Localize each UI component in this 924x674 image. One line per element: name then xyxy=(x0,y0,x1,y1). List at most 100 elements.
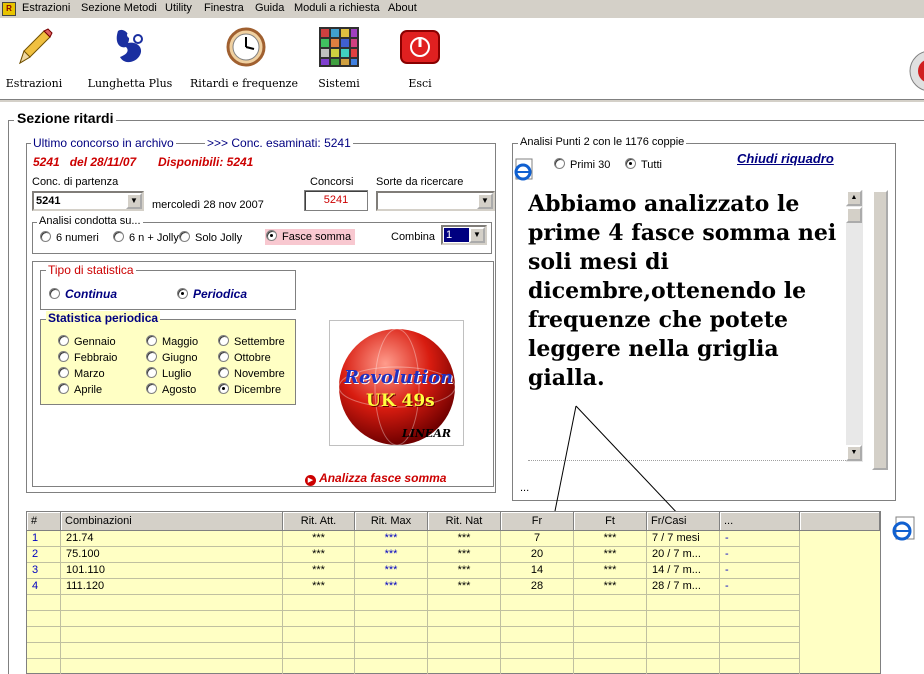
results-grid[interactable]: # Combinazioni Rit. Att. Rit. Max Rit. Nat Fr… xyxy=(26,511,881,674)
empty-cell[interactable] xyxy=(647,643,720,659)
table-cell[interactable]: *** xyxy=(428,531,501,547)
empty-cell[interactable] xyxy=(355,627,428,643)
table-cell[interactable]: - xyxy=(720,547,800,563)
chevron-down-icon[interactable]: ▼ xyxy=(126,193,142,209)
empty-cell[interactable] xyxy=(574,611,647,627)
ritardi-button[interactable]: Ritardi e frequenze xyxy=(188,25,300,97)
table-cell[interactable]: *** xyxy=(355,563,428,579)
month-radio-circle[interactable] xyxy=(218,383,229,394)
empty-cell[interactable] xyxy=(27,659,61,674)
empty-cell[interactable] xyxy=(428,643,501,659)
month-giugno[interactable]: Giugno xyxy=(146,351,197,364)
tutti-radio-circle[interactable] xyxy=(625,158,636,169)
month-radio-circle[interactable] xyxy=(218,351,229,362)
table-cell[interactable]: *** xyxy=(574,563,647,579)
month-radio-circle[interactable] xyxy=(218,367,229,378)
empty-cell[interactable] xyxy=(647,659,720,674)
month-settembre[interactable]: Settembre xyxy=(218,335,285,348)
analisi-option-1[interactable]: 6 n + Jolly xyxy=(113,231,179,244)
empty-cell[interactable] xyxy=(61,659,283,674)
combina-select[interactable]: 1 ▼ xyxy=(441,225,487,245)
month-febbraio[interactable]: Febbraio xyxy=(58,351,117,364)
month-dicembre[interactable]: Dicembre xyxy=(218,383,281,396)
empty-cell[interactable] xyxy=(27,595,61,611)
table-cell[interactable]: *** xyxy=(283,531,355,547)
table-cell[interactable]: 101.110 xyxy=(61,563,283,579)
month-luglio[interactable]: Luglio xyxy=(146,367,191,380)
empty-cell[interactable] xyxy=(61,627,283,643)
empty-cell[interactable] xyxy=(27,643,61,659)
table-cell[interactable]: *** xyxy=(428,563,501,579)
empty-cell[interactable] xyxy=(501,627,574,643)
table-cell[interactable]: 2 xyxy=(27,547,61,563)
chevron-down-icon[interactable]: ▼ xyxy=(469,227,485,243)
month-radio-circle[interactable] xyxy=(58,367,69,378)
column-header[interactable]: ... xyxy=(720,512,800,531)
table-cell[interactable]: 28 xyxy=(501,579,574,595)
empty-cell[interactable] xyxy=(355,595,428,611)
column-header[interactable]: Rit. Att. xyxy=(283,512,355,531)
export-ie-icon[interactable] xyxy=(890,515,918,543)
analisi-radio-circle[interactable] xyxy=(179,231,190,242)
chevron-down-icon[interactable]: ▼ xyxy=(477,193,493,209)
analisi-radio-circle[interactable] xyxy=(266,230,277,241)
table-cell[interactable]: *** xyxy=(355,579,428,595)
month-agosto[interactable]: Agosto xyxy=(146,383,196,396)
continua-radio-circle[interactable] xyxy=(49,288,60,299)
app-icon[interactable]: R xyxy=(2,2,16,16)
empty-cell[interactable] xyxy=(355,659,428,674)
menu-estrazioni[interactable]: Estrazioni xyxy=(22,2,70,14)
sistemi-button[interactable]: Sistemi xyxy=(310,25,368,97)
table-cell[interactable]: 1 xyxy=(27,531,61,547)
menu-utility[interactable]: Utility xyxy=(165,2,192,14)
analisi-radio-circle[interactable] xyxy=(40,231,51,242)
month-gennaio[interactable]: Gennaio xyxy=(58,335,116,348)
estrazioni-button[interactable]: Estrazioni xyxy=(0,25,68,97)
column-header[interactable]: # xyxy=(27,512,61,531)
menu-finestra[interactable]: Finestra xyxy=(204,2,244,14)
empty-cell[interactable] xyxy=(501,659,574,674)
table-cell[interactable]: *** xyxy=(283,563,355,579)
empty-cell[interactable] xyxy=(720,595,800,611)
empty-cell[interactable] xyxy=(283,595,355,611)
empty-cell[interactable] xyxy=(720,611,800,627)
table-cell[interactable]: *** xyxy=(355,531,428,547)
primi-radio[interactable]: Primi 30 xyxy=(554,158,610,171)
table-cell[interactable]: 21.74 xyxy=(61,531,283,547)
month-radio-circle[interactable] xyxy=(146,383,157,394)
empty-cell[interactable] xyxy=(720,659,800,674)
conc-partenza-select[interactable]: 5241 ▼ xyxy=(32,191,144,211)
table-cell[interactable]: - xyxy=(720,579,800,595)
table-cell[interactable]: - xyxy=(720,531,800,547)
scroll-down-icon[interactable]: ▼ xyxy=(846,445,862,461)
document-ie-icon[interactable] xyxy=(513,158,535,182)
column-header[interactable]: Fr/Casi xyxy=(647,512,720,531)
empty-cell[interactable] xyxy=(501,643,574,659)
empty-cell[interactable] xyxy=(283,659,355,674)
month-radio-circle[interactable] xyxy=(218,335,229,346)
table-cell[interactable]: 111.120 xyxy=(61,579,283,595)
month-maggio[interactable]: Maggio xyxy=(146,335,198,348)
periodica-radio-circle[interactable] xyxy=(177,288,188,299)
table-cell[interactable]: *** xyxy=(283,547,355,563)
analisi-option-2[interactable]: Solo Jolly xyxy=(179,231,242,244)
month-aprile[interactable]: Aprile xyxy=(58,383,102,396)
lunghetta-button[interactable]: Lunghetta Plus xyxy=(84,25,176,97)
month-radio-circle[interactable] xyxy=(58,351,69,362)
month-ottobre[interactable]: Ottobre xyxy=(218,351,271,364)
table-cell[interactable]: *** xyxy=(574,531,647,547)
empty-cell[interactable] xyxy=(428,611,501,627)
empty-cell[interactable] xyxy=(647,595,720,611)
chiudi-link[interactable]: Chiudi riquadro xyxy=(737,151,834,166)
column-header[interactable]: Rit. Max xyxy=(355,512,428,531)
column-header[interactable]: Fr xyxy=(501,512,574,531)
empty-cell[interactable] xyxy=(720,643,800,659)
menu-moduli[interactable]: Moduli a richiesta xyxy=(294,2,380,14)
tutti-radio[interactable]: Tutti xyxy=(625,158,662,171)
table-cell[interactable]: 14 / 7 m... xyxy=(647,563,720,579)
empty-cell[interactable] xyxy=(283,611,355,627)
table-cell[interactable]: 75.100 xyxy=(61,547,283,563)
column-header[interactable]: Ft xyxy=(574,512,647,531)
analisi-option-3[interactable]: Fasce somma xyxy=(265,229,356,245)
table-cell[interactable]: *** xyxy=(355,547,428,563)
